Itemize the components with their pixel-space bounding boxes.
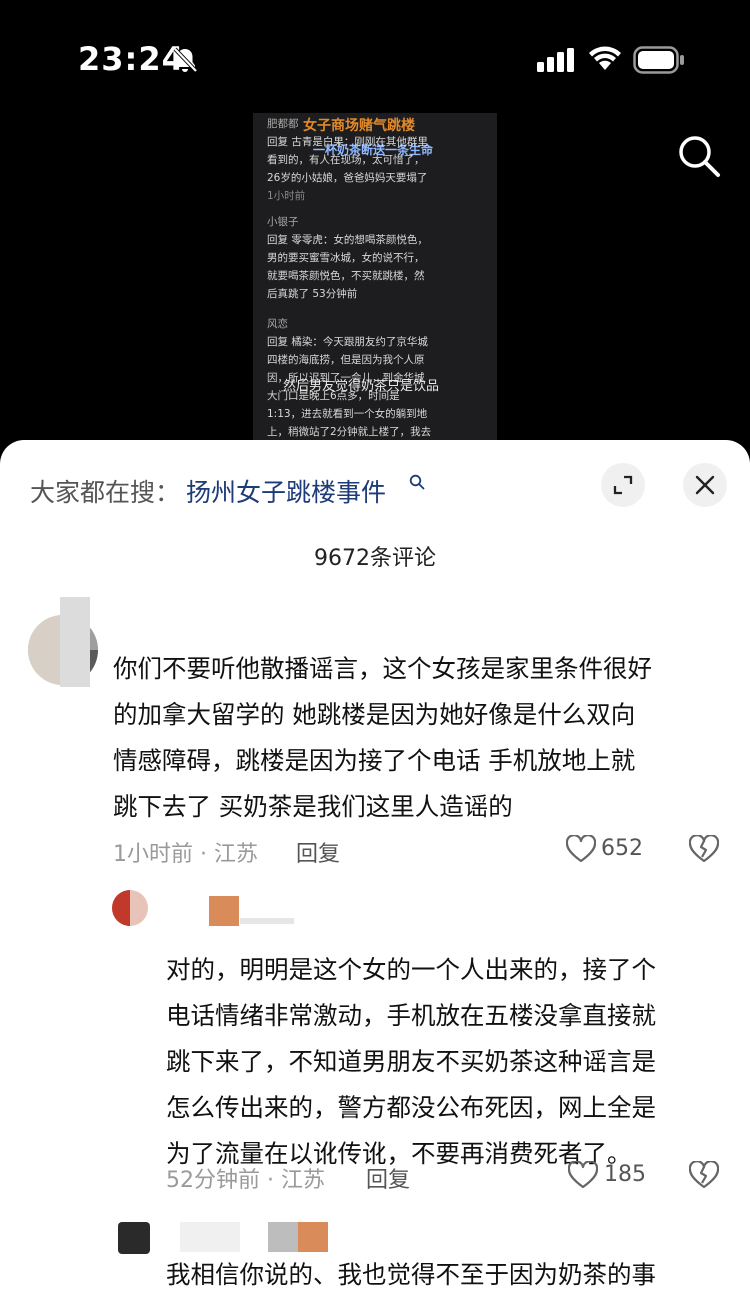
comment-line: 的加拿大留学的 她跳楼是因为她好像是什么双向 — [113, 700, 636, 729]
video-comment-line: 就要喝茶颜悦色，不买就跳楼，然 — [267, 270, 425, 282]
username-redacted — [240, 918, 294, 924]
heart-icon[interactable] — [568, 1161, 598, 1189]
like-count: 652 — [601, 836, 643, 861]
comment-sheet: 大家都在搜： 扬州女子跳楼事件 9672条评论 你们不要听他散播谣言，这个女孩是… — [0, 440, 750, 1301]
status-bar: 23:24 — [0, 0, 750, 120]
video-comment: 小银子 回复 零零虎：女的想喝茶颜悦色， 男的要买蜜雪冰城，女的说不行， 就要喝… — [267, 213, 487, 303]
username-redacted — [180, 1222, 240, 1252]
video-comment-name: 风恋 — [267, 318, 288, 330]
video-comment-line: 1:13，进去就看到一个女的躺到地 — [267, 408, 428, 420]
video-comment-line: 回复 零零虎：女的想喝茶颜悦色， — [267, 234, 428, 246]
avatar[interactable] — [112, 890, 148, 926]
search-icon — [409, 474, 425, 490]
video-comment-line: 男的要买蜜雪冰城，女的说不行， — [267, 252, 425, 264]
comment-line: 对的，明明是这个女的一个人出来的，接了个 — [166, 955, 656, 984]
comment-body: 对的，明明是这个女的一个人出来的，接了个 电话情绪非常激动，手机放在五楼没拿直接… — [166, 947, 736, 1177]
status-time: 23:24 — [78, 40, 185, 78]
comment-body: 我相信你说的、我也觉得不至于因为奶茶的事 — [166, 1252, 736, 1298]
expand-icon — [613, 475, 633, 495]
comment-line: 跳下来了，不知道男朋友不买奶茶这种谣言是 — [166, 1047, 656, 1076]
reply-button[interactable]: 回复 — [366, 1162, 410, 1194]
comment-line: 电话情绪非常激动，手机放在五楼没拿直接就 — [166, 1001, 656, 1030]
close-icon — [695, 475, 715, 495]
username-redacted — [268, 1222, 298, 1252]
expand-button[interactable] — [601, 463, 645, 507]
username-redacted — [209, 896, 239, 926]
comment-line: 情感障碍，跳楼是因为接了个电话 手机放地上就 — [113, 746, 636, 775]
trending-search-label: 大家都在搜： — [30, 478, 181, 507]
video-comment: 肥都都 回复 古青是白果：刚刚在其他群里 看到的，有人在现场，太可惜了， 26岁… — [267, 115, 487, 205]
wifi-icon — [589, 46, 621, 70]
video-comment-line: 回复 古青是白果：刚刚在其他群里 — [267, 136, 428, 148]
reply-button[interactable]: 回复 — [296, 836, 340, 868]
broken-heart-icon[interactable] — [689, 1161, 719, 1189]
like-count: 185 — [604, 1162, 646, 1187]
comment-count: 9672条评论 — [314, 546, 436, 571]
video-comment-line: 看到的，有人在现场，太可惜了， — [267, 154, 425, 166]
broken-heart-icon[interactable] — [689, 835, 719, 863]
video-comment-line: 上，稍微站了2分钟就上楼了，我去 — [267, 426, 432, 438]
video-comment-line: 回复 橘染：今天跟朋友约了京华城 — [267, 336, 428, 348]
comment-line: 你们不要听他散播谣言，这个女孩是家里条件很好 — [113, 654, 652, 683]
video-comment-name: 肥都都 — [267, 118, 299, 130]
video-overlay-caption: 然后男友觉得奶茶只是饮品 — [283, 379, 440, 394]
trending-search-link[interactable]: 扬州女子跳楼事件 — [186, 473, 386, 509]
avatar[interactable] — [118, 1222, 150, 1254]
video-comment-line: 26岁的小姑娘，爸爸妈妈天要塌了 — [267, 172, 428, 184]
video-comment-line: 四楼的海底捞，但是因为我个人原 — [267, 354, 425, 366]
video-frame[interactable]: 女子商场赌气跳楼 一杯奶茶断送一条生命 肥都都 回复 古青是白果：刚刚在其他群里… — [253, 113, 497, 443]
battery-icon — [633, 46, 684, 74]
heart-icon[interactable] — [566, 835, 596, 863]
username-redacted — [298, 1222, 328, 1252]
username-redacted — [60, 597, 90, 687]
comment-line: 怎么传出来的，警方都没公布死因，网上全是 — [166, 1093, 656, 1122]
video-comment-name: 小银子 — [267, 216, 299, 228]
comment-line: 我相信你说的、我也觉得不至于因为奶茶的事 — [166, 1260, 656, 1289]
video-comment-time: 1小时前 — [267, 190, 306, 202]
comment-body: 你们不要听他散播谣言，这个女孩是家里条件很好 的加拿大留学的 她跳楼是因为她好像… — [113, 646, 733, 830]
signal-icon — [537, 48, 574, 72]
bell-off-icon — [173, 47, 198, 73]
comment-timestamp: 1小时前 · 江苏 — [113, 842, 258, 867]
comment-line: 跳下去了 买奶茶是我们这里人造谣的 — [113, 792, 513, 821]
close-button[interactable] — [683, 463, 727, 507]
comment-timestamp: 52分钟前 · 江苏 — [166, 1168, 325, 1193]
search-icon[interactable] — [676, 133, 722, 179]
video-comment-line: 后真跳了 53分钟前 — [267, 288, 358, 300]
